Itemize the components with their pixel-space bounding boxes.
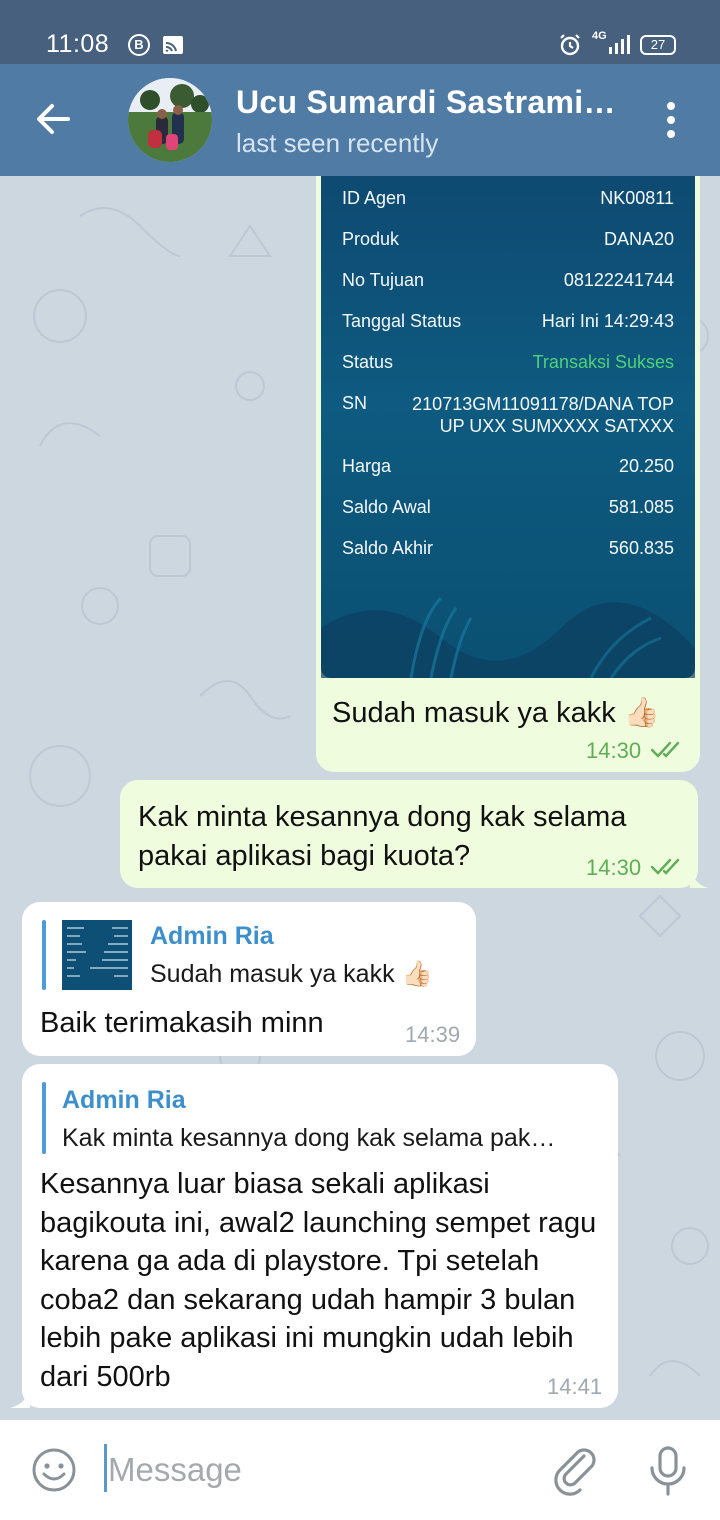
signal-icon xyxy=(609,35,630,54)
chat-header: Ucu Sumardi Sastrami… last seen recently xyxy=(0,64,720,176)
receipt-row: Saldo Awal 581.085 xyxy=(342,497,674,517)
contact-avatar[interactable] xyxy=(128,78,212,162)
emoji-icon[interactable] xyxy=(30,1446,78,1494)
receipt-image[interactable]: ID Agen NK00811 Produk DANA20 No Tujuan … xyxy=(321,176,695,678)
bubble-tail xyxy=(10,1388,30,1408)
receipt-row: SN 210713GM11091178/DANA TOP UP UXX SUMX… xyxy=(342,393,674,436)
reply-quote-bar xyxy=(42,920,46,990)
receipt-row: Status Transaksi Sukses xyxy=(342,352,674,372)
reply-author: Admin Ria xyxy=(62,1086,186,1114)
network-type: 4G xyxy=(592,30,607,42)
reply-snippet: Kak minta kesannya dong kak selama pak… xyxy=(62,1124,556,1152)
alarm-icon xyxy=(560,34,580,56)
clock: 11:08 xyxy=(46,30,110,58)
last-seen-status: last seen recently xyxy=(236,128,439,158)
message-time: 14:39 xyxy=(405,1022,461,1047)
receipt-row: Harga 20.250 xyxy=(342,456,674,476)
message-time: 14:41 xyxy=(547,1374,603,1399)
reply-thumbnail[interactable] xyxy=(62,920,132,990)
contact-name[interactable]: Ucu Sumardi Sastrami… xyxy=(236,84,616,121)
reply-author: Admin Ria xyxy=(150,922,274,950)
double-check-icon xyxy=(650,741,680,758)
message-list[interactable]: ID Agen NK00811 Produk DANA20 No Tujuan … xyxy=(0,176,720,1420)
message-text: Baik terimakasih minn xyxy=(40,1007,324,1039)
status-bar: 11:08 B 4G 27 xyxy=(0,0,720,64)
reply-quote-bar xyxy=(42,1082,46,1154)
bubble-tail xyxy=(690,868,708,888)
battery-indicator: 27 xyxy=(640,35,676,55)
receipt-row: No Tujuan 08122241744 xyxy=(342,270,674,290)
status-success-text: Transaksi Sukses xyxy=(532,352,674,372)
message-input[interactable] xyxy=(108,1446,528,1494)
receipt-decoration xyxy=(321,596,695,678)
message-time: 14:30 xyxy=(586,855,642,880)
receipt-row: Produk DANA20 xyxy=(342,229,674,249)
double-check-icon xyxy=(650,858,680,875)
back-arrow-icon[interactable] xyxy=(28,94,78,144)
microphone-icon[interactable] xyxy=(646,1444,690,1498)
receipt-row: Tanggal Status Hari Ini 14:29:43 xyxy=(342,311,674,331)
app-notification-icon: B xyxy=(128,34,150,56)
text-cursor xyxy=(104,1444,107,1492)
message-text: Sudah masuk ya kakk 👍🏻 xyxy=(332,697,660,729)
reply-snippet: Sudah masuk ya kakk 👍🏻 xyxy=(150,960,433,988)
receipt-row: Saldo Akhir 560.835 xyxy=(342,538,674,558)
cast-icon xyxy=(163,36,183,54)
receipt-row: ID Agen NK00811 xyxy=(342,188,674,208)
more-options-icon[interactable] xyxy=(654,98,688,142)
message-time: 14:30 xyxy=(586,738,642,763)
attach-icon[interactable] xyxy=(552,1444,600,1496)
message-text: Kesannya luar biasa sekali aplikasi bagi… xyxy=(40,1168,597,1393)
message-composer xyxy=(0,1420,720,1520)
